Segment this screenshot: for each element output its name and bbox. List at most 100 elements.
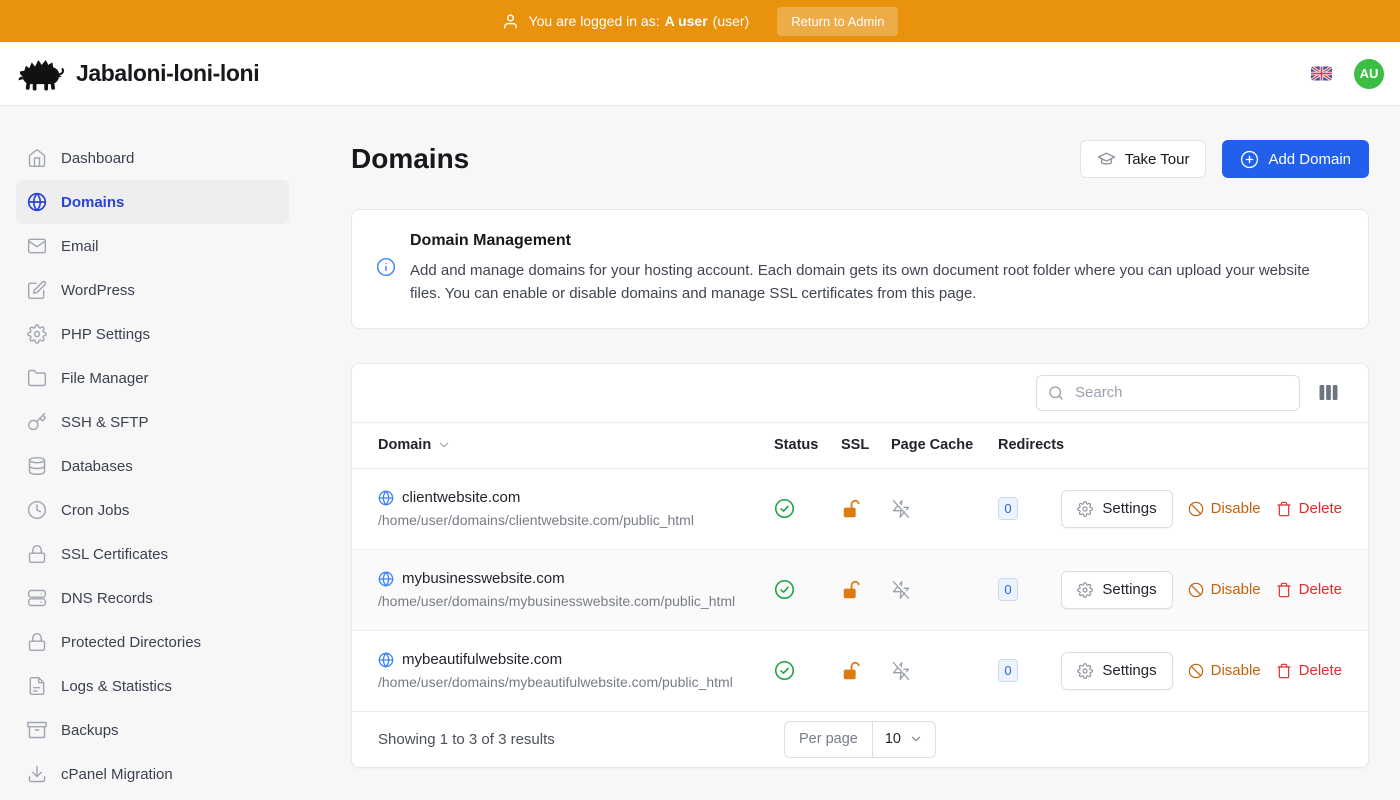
settings-button[interactable]: Settings: [1061, 571, 1172, 609]
sidebar-item-databases[interactable]: Databases: [16, 444, 289, 488]
page-title: Domains: [351, 143, 469, 175]
per-page-select[interactable]: 10: [873, 722, 935, 757]
per-page-control: Per page 10: [784, 721, 936, 758]
column-header-ssl: SSL: [841, 437, 891, 453]
redirects-count-badge: 0: [998, 497, 1018, 520]
language-flag-icon[interactable]: [1311, 66, 1332, 81]
table-header: Domain Status SSL Page Cache Redirects: [352, 422, 1368, 469]
sidebar-item-label: Domains: [61, 194, 124, 211]
search-input[interactable]: [1036, 375, 1300, 411]
lock-icon: [27, 632, 47, 652]
settings-button[interactable]: Settings: [1061, 490, 1172, 528]
domain-path: /home/user/domains/mybusinesswebsite.com…: [378, 593, 735, 609]
user-avatar[interactable]: AU: [1354, 59, 1384, 89]
sidebar-item-protected-directories[interactable]: Protected Directories: [16, 620, 289, 664]
slash-circle-icon: [1188, 663, 1204, 679]
column-header-domain[interactable]: Domain: [378, 437, 774, 453]
domain-path: /home/user/domains/clientwebsite.com/pub…: [378, 512, 694, 528]
sidebar-item-label: Databases: [61, 458, 133, 475]
impersonation-message: You are logged in as: A user (user): [529, 13, 750, 29]
chevron-down-icon: [437, 438, 451, 452]
info-card-title: Domain Management: [410, 232, 1330, 250]
info-card-body: Add and manage domains for your hosting …: [410, 259, 1330, 306]
status-enabled-icon: [774, 579, 841, 600]
plus-circle-icon: [1240, 150, 1259, 169]
settings-button[interactable]: Settings: [1061, 652, 1172, 690]
table-footer: Showing 1 to 3 of 3 results Per page 10: [352, 712, 1368, 767]
disable-button[interactable]: Disable: [1188, 500, 1261, 517]
folder-icon: [27, 368, 47, 388]
sidebar-item-file-manager[interactable]: File Manager: [16, 356, 289, 400]
per-page-label: Per page: [785, 722, 873, 757]
impersonation-banner: You are logged in as: A user (user) Retu…: [0, 0, 1400, 42]
sidebar-item-logs-statistics[interactable]: Logs & Statistics: [16, 664, 289, 708]
trash-icon: [1276, 582, 1292, 598]
graduation-cap-icon: [1097, 150, 1116, 169]
delete-button[interactable]: Delete: [1276, 662, 1342, 679]
page-cache-off-icon[interactable]: [891, 499, 998, 519]
sidebar-item-label: cPanel Migration: [61, 766, 173, 783]
sidebar-item-cpanel-migration[interactable]: cPanel Migration: [16, 752, 289, 796]
sidebar-item-label: Email: [61, 238, 99, 255]
mail-icon: [27, 236, 47, 256]
globe-icon: [378, 571, 394, 587]
sidebar-item-ssl-certificates[interactable]: SSL Certificates: [16, 532, 289, 576]
domain-path: /home/user/domains/mybeautifulwebsite.co…: [378, 674, 733, 690]
sidebar-item-label: Cron Jobs: [61, 502, 129, 519]
sidebar-item-label: WordPress: [61, 282, 135, 299]
gear-icon: [1077, 501, 1093, 517]
file-text-icon: [27, 676, 47, 696]
sidebar-item-backups[interactable]: Backups: [16, 708, 289, 752]
key-icon: [27, 412, 47, 432]
columns-toggle-button[interactable]: [1317, 382, 1340, 403]
sidebar-item-dns-records[interactable]: DNS Records: [16, 576, 289, 620]
take-tour-button[interactable]: Take Tour: [1080, 140, 1207, 178]
impersonated-user: A user: [665, 13, 708, 29]
delete-button[interactable]: Delete: [1276, 500, 1342, 517]
globe-icon: [378, 490, 394, 506]
column-header-page-cache: Page Cache: [891, 437, 998, 453]
page-cache-off-icon[interactable]: [891, 661, 998, 681]
clock-icon: [27, 500, 47, 520]
domain-name: mybusinesswebsite.com: [378, 570, 565, 587]
return-to-admin-button[interactable]: Return to Admin: [777, 7, 898, 36]
globe-icon: [27, 192, 47, 212]
redirects-count-badge: 0: [998, 659, 1018, 682]
sidebar-item-ssh-sftp[interactable]: SSH & SFTP: [16, 400, 289, 444]
column-header-status: Status: [774, 437, 841, 453]
disable-button[interactable]: Disable: [1188, 662, 1261, 679]
sidebar-item-php-settings[interactable]: PHP Settings: [16, 312, 289, 356]
slash-circle-icon: [1188, 501, 1204, 517]
ssl-unlocked-icon[interactable]: [841, 498, 891, 520]
column-header-redirects: Redirects: [998, 437, 1074, 453]
globe-icon: [378, 652, 394, 668]
sidebar-item-label: SSH & SFTP: [61, 414, 149, 431]
sidebar-item-label: Backups: [61, 722, 119, 739]
add-domain-button[interactable]: Add Domain: [1222, 140, 1369, 178]
domains-table-card: Domain Status SSL Page Cache Redirects c…: [351, 363, 1369, 768]
sidebar-item-domains[interactable]: Domains: [16, 180, 289, 224]
sidebar-item-email[interactable]: Email: [16, 224, 289, 268]
sidebar-item-dashboard[interactable]: Dashboard: [16, 136, 289, 180]
sidebar-item-label: PHP Settings: [61, 326, 150, 343]
status-enabled-icon: [774, 498, 841, 519]
boar-logo-icon: [16, 55, 66, 93]
sidebar-item-cron-jobs[interactable]: Cron Jobs: [16, 488, 289, 532]
database-icon: [27, 456, 47, 476]
page-cache-off-icon[interactable]: [891, 580, 998, 600]
info-icon: [376, 257, 396, 306]
app-header: Jabaloni-loni-loni AU: [0, 42, 1400, 106]
brand: Jabaloni-loni-loni: [16, 55, 259, 93]
ssl-unlocked-icon[interactable]: [841, 579, 891, 601]
ssl-unlocked-icon[interactable]: [841, 660, 891, 682]
sidebar-item-wordpress[interactable]: WordPress: [16, 268, 289, 312]
disable-button[interactable]: Disable: [1188, 581, 1261, 598]
status-enabled-icon: [774, 660, 841, 681]
sidebar-item-label: Protected Directories: [61, 634, 201, 651]
person-icon: [502, 13, 519, 30]
domain-name: mybeautifulwebsite.com: [378, 651, 562, 668]
sidebar-item-label: File Manager: [61, 370, 149, 387]
delete-button[interactable]: Delete: [1276, 581, 1342, 598]
domain-management-info-card: Domain Management Add and manage domains…: [351, 209, 1369, 329]
table-row: clientwebsite.com /home/user/domains/cli…: [352, 469, 1368, 550]
